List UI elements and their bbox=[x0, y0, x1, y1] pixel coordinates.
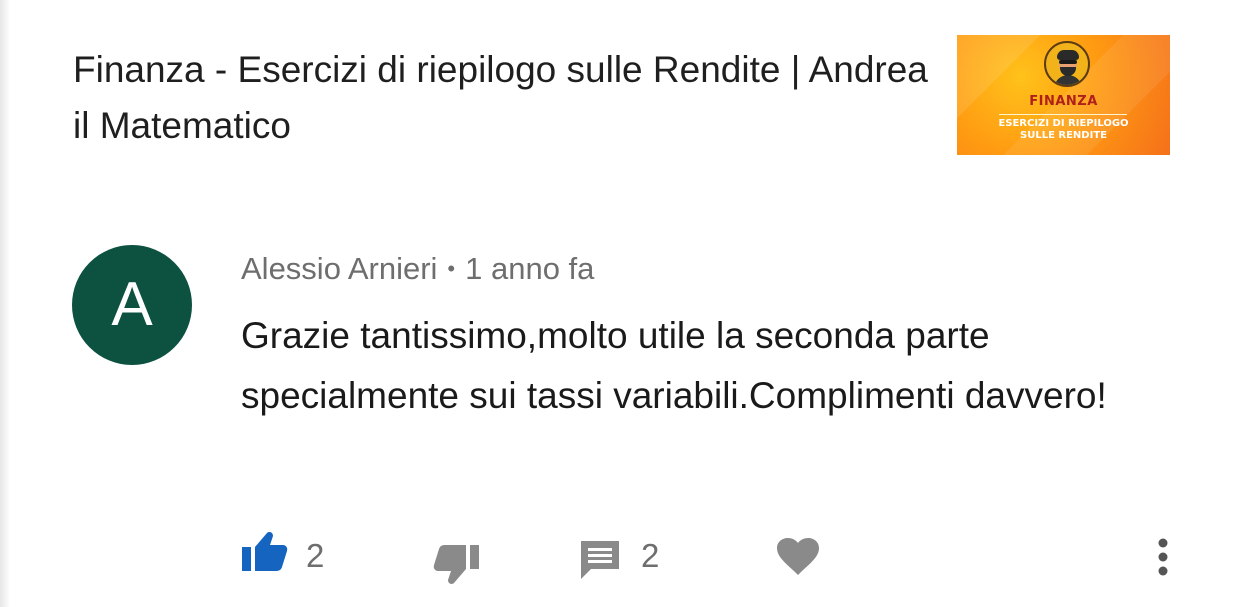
thumbnail-heading: FINANZA bbox=[1029, 94, 1098, 109]
left-edge-shadow bbox=[0, 0, 10, 607]
comment-text: Grazie tantissimo,molto utile la seconda… bbox=[241, 315, 1107, 416]
thumbs-up-icon bbox=[242, 532, 288, 571]
dislike-button[interactable] bbox=[432, 543, 480, 587]
heart-button[interactable] bbox=[777, 538, 819, 576]
avatar[interactable]: A bbox=[72, 245, 192, 365]
reply-button[interactable] bbox=[579, 539, 621, 581]
channel-logo bbox=[1044, 41, 1090, 87]
comment-author[interactable]: Alessio Arnieri bbox=[241, 251, 437, 286]
comment-meta: Alessio Arnieri • 1 anno fa bbox=[241, 250, 594, 291]
more-vertical-icon bbox=[1158, 538, 1168, 576]
thumbs-down-icon bbox=[433, 545, 479, 584]
video-title[interactable]: Finanza - Esercizi di riepilogo sulle Re… bbox=[73, 42, 933, 154]
thumbnail-subtitle-line2: SULLE RENDITE bbox=[1020, 130, 1107, 141]
meta-separator: • bbox=[447, 256, 456, 281]
heart-icon bbox=[777, 538, 819, 575]
like-count: 2 bbox=[306, 537, 325, 574]
more-options-button[interactable] bbox=[1156, 537, 1170, 577]
like-button[interactable] bbox=[241, 529, 289, 573]
comment-icon bbox=[581, 541, 619, 579]
thumbnail-subtitle-line1: ESERCIZI DI RIEPILOGO bbox=[998, 118, 1129, 129]
reply-count: 2 bbox=[641, 537, 660, 574]
comment-time: 1 anno fa bbox=[465, 251, 595, 286]
thumbnail-subtitle: ESERCIZI DI RIEPILOGO SULLE RENDITE bbox=[957, 118, 1170, 142]
thumbnail-divider bbox=[999, 114, 1127, 115]
